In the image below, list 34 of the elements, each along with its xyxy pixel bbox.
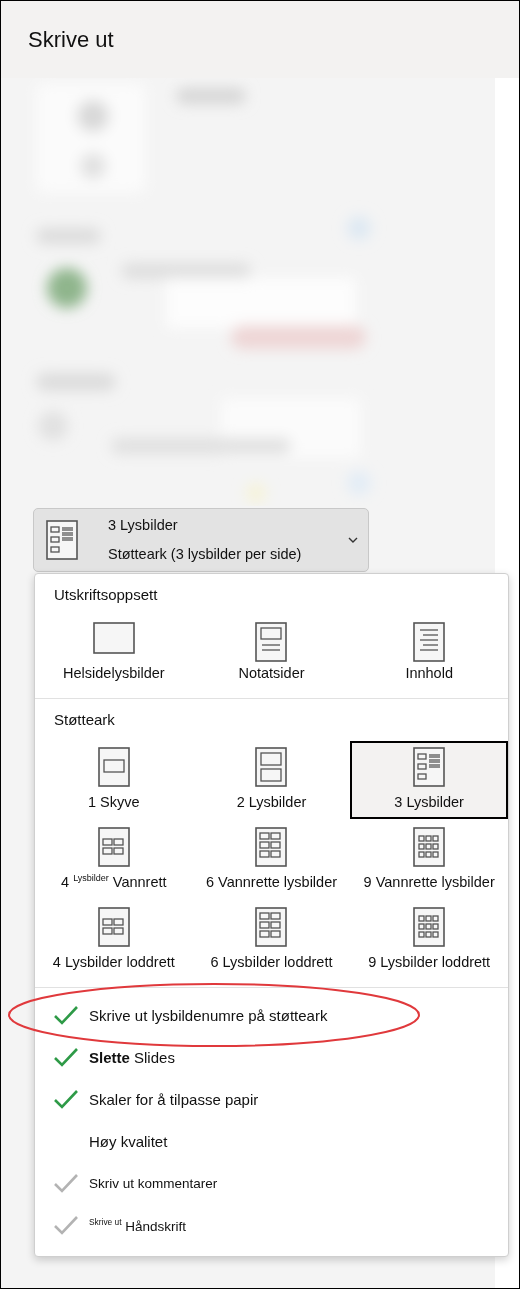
page-layout-icon <box>97 907 130 947</box>
chevron-down-icon <box>348 536 358 544</box>
layout-option[interactable]: 9 Lysbilder loddrett <box>350 901 508 979</box>
page-layout-icon <box>413 827 446 867</box>
page-layout-icon <box>413 747 446 787</box>
layout-option[interactable]: 2 Lysbilder <box>192 741 351 819</box>
print-option[interactable]: Skaler for å tilpasse papir <box>35 1078 508 1120</box>
layout-option[interactable]: 9 Vannrette lysbilder <box>350 821 508 899</box>
layout-option[interactable]: 6 Vannrette lysbilder <box>192 821 351 899</box>
layout-option[interactable]: Notatsider <box>192 616 351 690</box>
layout-option[interactable]: 4 Lysbilder loddrett <box>35 901 193 979</box>
page-layout-icon <box>97 827 130 867</box>
layout-option[interactable]: 1 Skyve <box>35 741 193 819</box>
page-layout-icon <box>413 907 446 947</box>
slide-icon <box>92 622 135 654</box>
page-layout-icon <box>255 827 288 867</box>
print-option[interactable]: Slette Slides <box>35 1036 508 1078</box>
section-heading: Støtteark <box>53 711 116 729</box>
page-layout-icon <box>255 747 288 787</box>
layout-option[interactable]: Helsidelysbilder <box>35 616 193 690</box>
section-heading: Utskriftsoppsett <box>53 586 159 604</box>
layout-option[interactable]: 4 $^{Lysbilder}$ Vannrett <box>35 821 193 899</box>
print-option[interactable]: Skrive ut lysbildenumre på støtteark <box>35 994 508 1036</box>
layout-dropdown[interactable]: 3 Lysbilder Støtteark (3 lysbilder per side) <box>33 508 369 572</box>
layout-option[interactable]: 3 Lysbilder <box>350 741 508 819</box>
page-layout-icon <box>255 622 288 662</box>
page-layout-icon <box>255 907 288 947</box>
print-option[interactable]: Høy kvalitet <box>35 1120 508 1162</box>
layout-option[interactable]: 6 Lysbilder loddrett <box>192 901 351 979</box>
page-title: Skrive ut <box>28 27 115 53</box>
page-layout-icon <box>413 622 446 662</box>
page-layout-icon <box>97 747 130 787</box>
layout-option[interactable]: Innhold <box>350 616 508 690</box>
handout-layout-icon <box>46 520 78 560</box>
